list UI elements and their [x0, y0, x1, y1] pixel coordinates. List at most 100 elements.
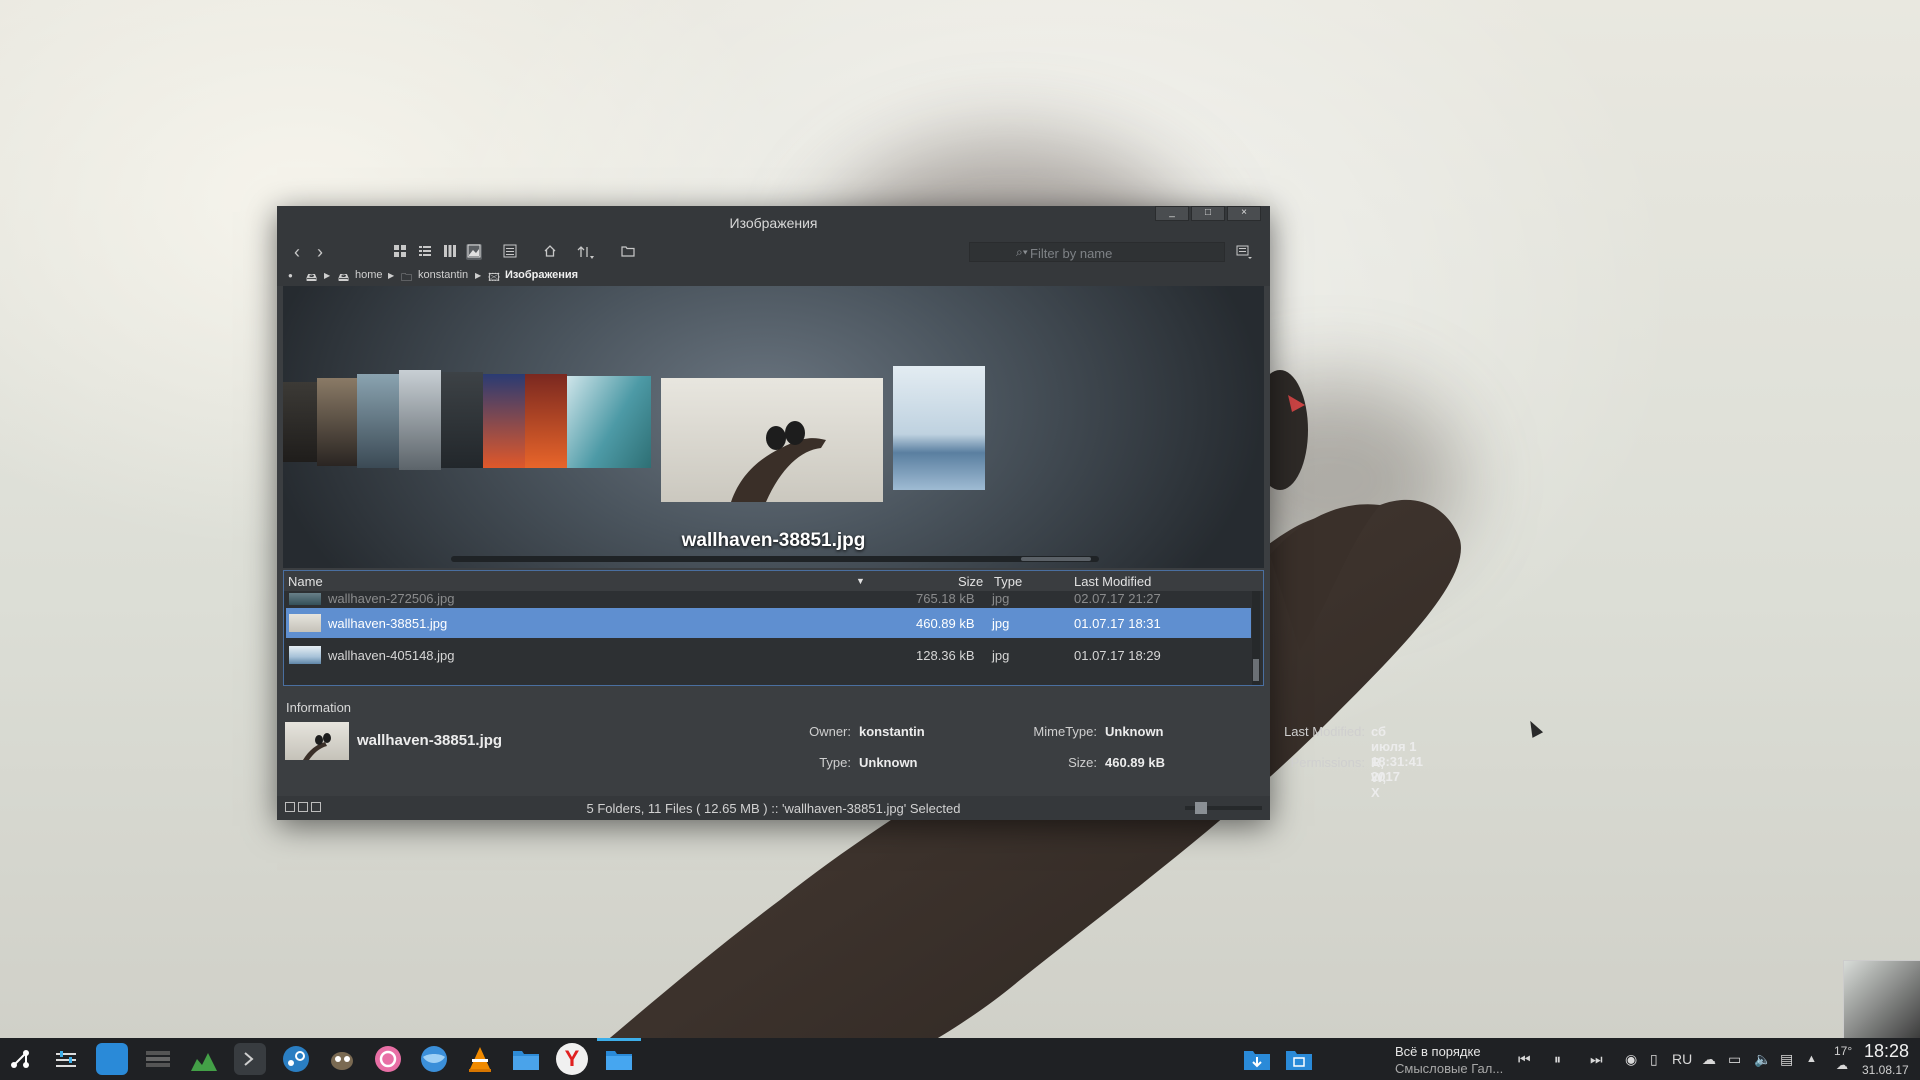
file-size: 460.89 kB: [916, 616, 975, 631]
cloud-icon[interactable]: ☁: [1702, 1051, 1716, 1068]
media-artist[interactable]: Смысловые Гал...: [1395, 1061, 1503, 1076]
coverflow-view[interactable]: wallhaven-38851.jpg: [283, 286, 1264, 568]
information-title: Information: [286, 700, 352, 715]
icon-view-icon[interactable]: [392, 244, 408, 260]
vlc-icon[interactable]: [464, 1043, 496, 1075]
cover-image[interactable]: [441, 372, 483, 468]
settings-icon[interactable]: [50, 1043, 82, 1075]
store-icon[interactable]: [96, 1043, 128, 1075]
filter-placeholder: Filter by name: [1030, 246, 1113, 261]
device-tray-icon[interactable]: ▯: [1650, 1051, 1658, 1068]
breadcrumb-separator-icon: ▶: [324, 271, 331, 280]
new-folder-icon[interactable]: [620, 244, 636, 260]
details-view-icon[interactable]: [417, 244, 433, 260]
tray-expand-icon[interactable]: ▲: [1806, 1053, 1817, 1065]
file-modified: 01.07.17 18:31: [1074, 616, 1161, 631]
steam-tray-icon[interactable]: ◉: [1625, 1051, 1637, 1068]
file-list-scrollbar[interactable]: [1252, 591, 1260, 685]
coverflow-current-name: wallhaven-38851.jpg: [681, 530, 866, 551]
network-icon[interactable]: ▭: [1728, 1051, 1741, 1068]
zoom-slider[interactable]: [1185, 802, 1262, 814]
cover-image[interactable]: [283, 382, 317, 462]
cover-image[interactable]: [525, 374, 567, 468]
status-text: 5 Folders, 11 Files ( 12.65 MB ) :: 'wal…: [586, 801, 961, 816]
volume-icon[interactable]: 🔈: [1754, 1051, 1771, 1068]
file-modified: 01.07.17 18:29: [1074, 648, 1161, 663]
cover-image[interactable]: [357, 374, 399, 468]
minimize-button[interactable]: _: [1155, 206, 1189, 221]
clock-time[interactable]: 18:28: [1864, 1041, 1909, 1062]
media-pause-icon[interactable]: ⏸: [1554, 1051, 1561, 1068]
media-next-icon[interactable]: ⏭: [1590, 1051, 1603, 1068]
toolbar: ‹ › ⌕▾ Filter by name: [277, 240, 1270, 264]
weather-temperature[interactable]: 17°: [1834, 1044, 1852, 1058]
active-task-indicator: [597, 1038, 641, 1041]
keyboard-layout[interactable]: RU: [1672, 1051, 1692, 1067]
launcher-icon[interactable]: [4, 1043, 36, 1075]
breadcrumb-home[interactable]: home: [355, 269, 383, 281]
gimp-icon[interactable]: [326, 1043, 358, 1075]
cover-image[interactable]: [567, 376, 651, 468]
maximize-button[interactable]: □: [1191, 206, 1225, 221]
breadcrumb-separator-icon: ▶: [388, 271, 395, 280]
info-file-name: wallhaven-38851.jpg: [357, 732, 503, 749]
zoom-slider-handle[interactable]: [1195, 802, 1207, 814]
file-modified: 02.07.17 21:27: [1074, 591, 1161, 606]
files-icon[interactable]: [510, 1043, 542, 1075]
permissions-value: R, W, X: [1371, 755, 1387, 800]
preview-icon[interactable]: [502, 244, 518, 260]
view-options-icon[interactable]: [1236, 244, 1252, 260]
coverflow-view-icon[interactable]: [466, 244, 482, 260]
media-previous-icon[interactable]: ⏮: [1518, 1051, 1531, 1068]
browser-icon[interactable]: [418, 1043, 450, 1075]
clipboard-icon[interactable]: ▤: [1780, 1051, 1793, 1068]
terminal-icon[interactable]: [234, 1043, 266, 1075]
file-manager-icon[interactable]: [603, 1043, 635, 1075]
breadcrumb-separator-icon: ▶: [475, 271, 482, 280]
file-thumbnail: [289, 614, 321, 632]
columns-view-icon[interactable]: [442, 244, 458, 260]
file-thumbnail: [289, 646, 321, 664]
cover-image-current[interactable]: [661, 378, 883, 502]
table-row-selected[interactable]: wallhaven-38851.jpg 460.89 kB jpg 01.07.…: [286, 608, 1251, 638]
mimetype-value: Unknown: [1105, 724, 1164, 739]
breadcrumb-current[interactable]: Изображения: [505, 269, 578, 281]
file-list-scroll-thumb[interactable]: [1253, 659, 1259, 681]
pictures-folder-icon[interactable]: [1283, 1043, 1315, 1075]
coverflow-scrollbar[interactable]: [451, 556, 1099, 562]
sort-icon[interactable]: [577, 244, 594, 260]
weather-icon[interactable]: ☁: [1836, 1058, 1848, 1072]
filter-input[interactable]: ⌕▾ Filter by name: [969, 242, 1225, 262]
size-value: 460.89 kB: [1105, 755, 1165, 770]
desktop-widget-preview[interactable]: [1843, 960, 1920, 1040]
system-monitor-icon[interactable]: [188, 1043, 220, 1075]
dolphin-icon[interactable]: [142, 1043, 174, 1075]
steam-icon[interactable]: [280, 1043, 312, 1075]
clock-date[interactable]: 31.08.17: [1862, 1063, 1909, 1077]
home-icon[interactable]: [542, 244, 558, 260]
coverflow-scroll-thumb[interactable]: [1021, 557, 1091, 561]
status-bar: 5 Folders, 11 Files ( 12.65 MB ) :: 'wal…: [277, 796, 1270, 820]
owner-label: Owner:: [809, 724, 851, 739]
file-type: jpg: [992, 591, 1010, 606]
cover-image[interactable]: [399, 370, 441, 470]
cover-image[interactable]: [483, 374, 525, 468]
close-button[interactable]: ×: [1227, 206, 1261, 221]
cover-image[interactable]: [893, 366, 985, 490]
media-title[interactable]: Всё в порядке: [1395, 1044, 1481, 1059]
breadcrumb-konstantin[interactable]: konstantin: [418, 269, 468, 281]
back-button[interactable]: ‹: [289, 243, 305, 261]
cover-image[interactable]: [317, 378, 357, 466]
breadcrumb: ● 🖴 ▶ 🖴 home ▶ 🗀 konstantin ▶ 🖾 Изображе…: [277, 264, 1270, 286]
type-value: Unknown: [859, 755, 918, 770]
location-dot-icon: ●: [288, 271, 293, 280]
table-row[interactable]: wallhaven-405148.jpg 128.36 kB jpg 01.07…: [286, 640, 1251, 670]
downloads-folder-icon[interactable]: [1241, 1043, 1273, 1075]
window-titlebar[interactable]: Изображения _ □ ×: [277, 206, 1270, 240]
osu-icon[interactable]: [372, 1043, 404, 1075]
owner-value: konstantin: [859, 724, 925, 739]
forward-button[interactable]: ›: [312, 243, 328, 261]
type-label: Type:: [819, 755, 851, 770]
yandex-browser-icon[interactable]: Y: [556, 1043, 588, 1075]
file-name: wallhaven-272506.jpg: [328, 591, 455, 606]
